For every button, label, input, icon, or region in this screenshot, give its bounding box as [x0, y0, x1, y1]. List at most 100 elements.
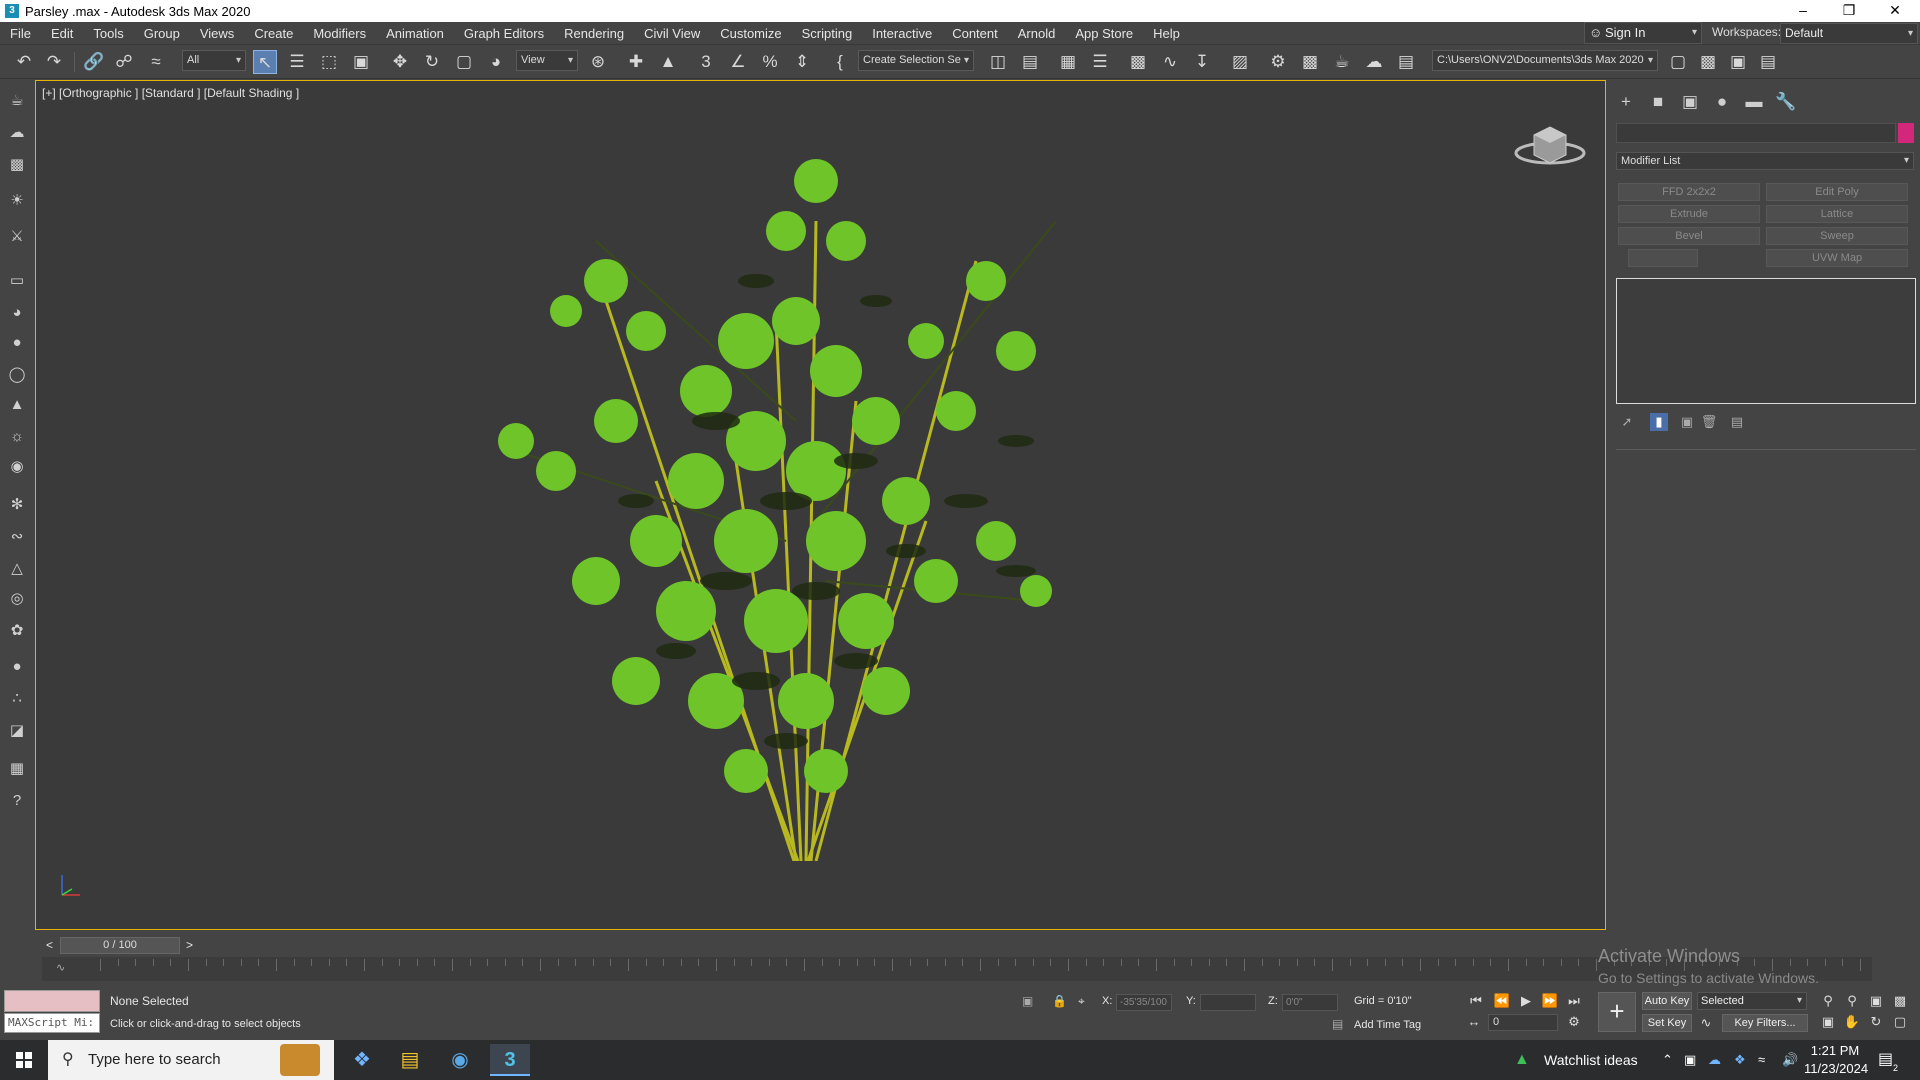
project-icon[interactable]: ▢: [1666, 50, 1690, 74]
menu-interactive[interactable]: Interactive: [862, 22, 942, 45]
show-end-result-icon[interactable]: ▮: [1650, 413, 1668, 431]
sketchup-icon[interactable]: ◉: [440, 1044, 480, 1076]
maxscript-mini-listener[interactable]: MAXScript Mi:: [4, 1013, 100, 1033]
edit-named-selection-icon[interactable]: {: [828, 50, 852, 74]
wifi-icon[interactable]: ≈: [1758, 1040, 1765, 1080]
close-button[interactable]: ✕: [1872, 0, 1918, 22]
menu-create[interactable]: Create: [244, 22, 303, 45]
particle-icon[interactable]: ✻: [6, 494, 28, 516]
material-balls-icon[interactable]: ∴: [6, 688, 28, 710]
selection-filter-select[interactable]: All: [182, 50, 246, 71]
material-editor-icon[interactable]: ▨: [1228, 50, 1252, 74]
menu-civil-view[interactable]: Civil View: [634, 22, 710, 45]
create-tab-icon[interactable]: +: [1614, 90, 1638, 114]
z-coord-field[interactable]: 0'0": [1282, 994, 1338, 1011]
file-explorer-icon[interactable]: ▤: [390, 1044, 430, 1076]
go-to-start-icon[interactable]: ⏮: [1466, 991, 1486, 1011]
torus-icon[interactable]: ◯: [6, 364, 28, 386]
y-coord-field[interactable]: [1200, 994, 1256, 1011]
select-by-name-icon[interactable]: ☰: [285, 50, 309, 74]
undo-icon[interactable]: ↶: [12, 50, 36, 74]
display-tab-icon[interactable]: ▬: [1742, 90, 1766, 114]
key-mode-icon[interactable]: ↔: [1464, 1012, 1484, 1032]
time-tag-icon[interactable]: ▤: [1332, 1017, 1343, 1031]
help-icon[interactable]: ?: [6, 790, 28, 812]
configure-modifier-sets-icon[interactable]: ▤: [1728, 413, 1746, 431]
redo-icon[interactable]: ↷: [42, 50, 66, 74]
onedrive-icon[interactable]: ☁: [1708, 1040, 1721, 1080]
windows-start-icon[interactable]: [0, 1040, 48, 1080]
material-sphere-icon[interactable]: ●: [6, 656, 28, 678]
maxscript-listener[interactable]: [4, 990, 100, 1012]
globe-icon[interactable]: ◉: [6, 456, 28, 478]
modifier-stack[interactable]: [1616, 278, 1916, 404]
pan-icon[interactable]: ✋: [1842, 1012, 1862, 1032]
teapot-icon[interactable]: ☕: [6, 90, 28, 112]
orbit-icon[interactable]: ↻: [1866, 1012, 1886, 1032]
project-folder-select[interactable]: C:\Users\ONV2\Documents\3ds Max 2020: [1432, 50, 1658, 71]
plant-icon[interactable]: ✿: [6, 620, 28, 642]
sphere-icon[interactable]: ●: [6, 332, 28, 354]
move-icon[interactable]: ✥: [388, 50, 412, 74]
zoom-all-icon[interactable]: ⚲: [1842, 991, 1862, 1011]
reference-coord-select[interactable]: View: [516, 50, 578, 71]
bubbles-icon[interactable]: ∾: [6, 526, 28, 548]
show-hidden-icons-icon[interactable]: ⌃: [1662, 1040, 1673, 1080]
set-key-large-icon[interactable]: +: [1598, 992, 1636, 1032]
briefcase-icon[interactable]: [280, 1044, 320, 1076]
copilot-icon[interactable]: ❖: [342, 1044, 382, 1076]
object-name-field[interactable]: [1616, 123, 1896, 143]
mesh-icon[interactable]: △: [6, 558, 28, 580]
curve-editor-mini-icon[interactable]: ∿: [56, 961, 65, 974]
set-key-button[interactable]: Set Key: [1642, 1014, 1692, 1032]
rect-selection-icon[interactable]: ⬚: [317, 50, 341, 74]
project-open-icon[interactable]: ▣: [1726, 50, 1750, 74]
percent-snap-icon[interactable]: %: [758, 50, 782, 74]
pivot-center-icon[interactable]: ⊛: [586, 50, 610, 74]
placement-icon[interactable]: ◕: [484, 50, 508, 74]
time-config-icon[interactable]: ⚙: [1564, 1012, 1584, 1032]
menu-file[interactable]: File: [0, 22, 41, 45]
pin-stack-icon[interactable]: ➚: [1618, 413, 1636, 431]
notification-icon[interactable]: ▤: [1878, 1040, 1893, 1080]
spinner-snap-icon[interactable]: ⇕: [790, 50, 814, 74]
utilities-tab-icon[interactable]: 🔧: [1774, 90, 1798, 114]
zoom-extents-all-icon[interactable]: ▩: [1890, 991, 1910, 1011]
render-cloud-icon[interactable]: ☁: [1362, 50, 1386, 74]
project-set-icon[interactable]: ▩: [1696, 50, 1720, 74]
menu-help[interactable]: Help: [1143, 22, 1190, 45]
absolute-mode-icon[interactable]: ⌖: [1078, 994, 1085, 1009]
menu-content[interactable]: Content: [942, 22, 1008, 45]
keyboard-shortcut-icon[interactable]: ▲: [656, 50, 680, 74]
restore-button[interactable]: ❐: [1826, 0, 1872, 22]
current-frame-field[interactable]: 0: [1488, 1014, 1558, 1031]
modifier-extrude-button[interactable]: Extrude: [1618, 205, 1760, 223]
environment-icon[interactable]: ◪: [6, 720, 28, 742]
project-new-icon[interactable]: ▤: [1756, 50, 1780, 74]
unlink-icon[interactable]: ☍: [112, 50, 136, 74]
taskbar-search-box[interactable]: ⚲ Type here to search: [48, 1040, 334, 1080]
menu-graph-editors[interactable]: Graph Editors: [454, 22, 554, 45]
menu-edit[interactable]: Edit: [41, 22, 83, 45]
key-mode-select[interactable]: Selected: [1697, 992, 1807, 1010]
render-production-icon[interactable]: ☕: [1330, 50, 1354, 74]
play-icon[interactable]: ▶: [1516, 991, 1536, 1011]
ribbon-toggle-icon[interactable]: ▩: [1126, 50, 1150, 74]
zoom-extents-icon[interactable]: ▣: [1866, 991, 1886, 1011]
snaps-toggle-icon[interactable]: 3: [694, 50, 718, 74]
modifier-lattice-button[interactable]: Lattice: [1766, 205, 1908, 223]
clock-time[interactable]: 1:21 PM: [1806, 1042, 1864, 1060]
rotate-icon[interactable]: ↻: [420, 50, 444, 74]
viewcube[interactable]: [1514, 117, 1586, 169]
align-icon[interactable]: ▤: [1018, 50, 1042, 74]
menu-rendering[interactable]: Rendering: [554, 22, 634, 45]
clock-date[interactable]: 11/23/2024: [1804, 1060, 1868, 1078]
object-color-swatch[interactable]: [1898, 123, 1914, 143]
isolate-selection-icon[interactable]: ▣: [1022, 994, 1033, 1008]
key-tangent-icon[interactable]: ∿: [1696, 1013, 1716, 1033]
modify-tab-icon[interactable]: ■: [1646, 90, 1670, 114]
schematic-view-icon[interactable]: ↧: [1190, 50, 1214, 74]
menu-app-store[interactable]: App Store: [1065, 22, 1143, 45]
menu-animation[interactable]: Animation: [376, 22, 454, 45]
mirror-icon[interactable]: ◫: [986, 50, 1010, 74]
